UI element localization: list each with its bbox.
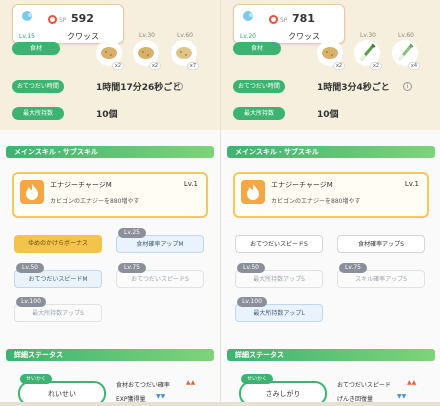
pokemon-icon [22, 11, 32, 21]
section-title-detail: 詳細ステータス [227, 349, 435, 361]
pokemon-icon [243, 11, 253, 21]
sub-skill-1[interactable]: ゆめのかけらボーナス [14, 235, 102, 253]
pokemon-summary-card[interactable]: SP 781 Lv.20 クワッス [233, 4, 345, 44]
sub-skill-unlock-level: Lv.100 [237, 297, 267, 307]
pokemon-level: Lv.15 [19, 33, 35, 40]
ingredient-slot-1[interactable]: x2 [96, 40, 124, 70]
strength-icon [48, 15, 57, 24]
main-skill-level: Lv.1 [404, 180, 419, 188]
stat-up-icon: ▲▲ [407, 379, 417, 386]
stat-down-icon: ▼▼ [397, 393, 407, 400]
potato-icon [138, 47, 154, 59]
potato-icon [176, 47, 192, 59]
sub-skill-1[interactable]: おてつだいスピードS [235, 235, 323, 253]
ingredient-count: x2 [369, 62, 382, 70]
bottom-edge [221, 402, 440, 406]
ingredient-unlock-level: Lv.30 [360, 32, 376, 39]
ingredient-slot-3[interactable]: Lv.60 x7 [171, 32, 199, 70]
pokemon-name: クワッス [288, 32, 320, 41]
help-interval-value: 1時間17分26秒ごと [96, 83, 182, 93]
section-title-skills: メインスキル・サブスキル [227, 146, 435, 158]
sp-label: SP [280, 17, 288, 24]
main-skill-description: カビゴンのエナジーを880増やす [50, 198, 140, 205]
ingredients-pill: 食材 [12, 42, 60, 55]
ingredient-slot-2[interactable]: Lv.30 x2 [354, 32, 382, 70]
flame-icon [241, 180, 265, 204]
stat-up-icon: ▲▲ [186, 379, 196, 386]
help-interval-label: おてつだい時間 [12, 80, 64, 93]
main-skill-card[interactable]: エナジーチャージM Lv.1 カビゴンのエナジーを880増やす [233, 172, 429, 218]
stat-down-icon: ▼▼ [156, 393, 166, 400]
potato-icon [101, 47, 117, 59]
nature-up-stat: 食材おてつだい確率 [116, 382, 170, 389]
sub-skill-unlock-level: Lv.75 [118, 263, 146, 273]
sub-skill-unlock-level: Lv.75 [339, 263, 367, 273]
main-skill-name: エナジーチャージM [271, 181, 333, 189]
sub-skill-unlock-level: Lv.50 [237, 263, 265, 273]
pokemon-panel-left: SP 592 Lv.15 クワッス 食材 x2 Lv.30 x2 Lv.60 x… [0, 0, 220, 406]
section-title-detail: 詳細ステータス [6, 349, 214, 361]
pokemon-panel-right: SP 781 Lv.20 クワッス 食材 x2 Lv.30 x2 Lv.60 x… [220, 0, 440, 406]
pokemon-summary-card[interactable]: SP 592 Lv.15 クワッス [12, 4, 124, 44]
sp-value: 781 [292, 12, 315, 25]
sub-skill-unlock-level: Lv.100 [16, 297, 46, 307]
ingredient-count: x7 [186, 62, 199, 70]
ingredient-unlock-level: Lv.60 [177, 32, 193, 39]
pokemon-level: Lv.20 [240, 33, 256, 40]
max-carry-label: 最大所持数 [12, 107, 64, 120]
main-skill-card[interactable]: エナジーチャージM Lv.1 カビゴンのエナジーを880増やす [12, 172, 208, 218]
help-interval-label: おてつだい時間 [233, 80, 285, 93]
nature-up-stat: おてつだいスピード [337, 382, 391, 389]
sub-skill-2[interactable]: 食材確率アップS [337, 235, 425, 253]
leek-icon [359, 43, 376, 61]
ingredient-count: x4 [407, 62, 420, 70]
main-skill-level: Lv.1 [183, 180, 198, 188]
ingredient-slot-3[interactable]: Lv.60 x4 [392, 32, 420, 70]
ingredient-unlock-level: Lv.60 [398, 32, 414, 39]
bottom-edge [0, 402, 220, 406]
ingredient-count: x2 [332, 62, 345, 70]
info-icon[interactable]: i [403, 82, 412, 91]
max-carry-value: 10個 [96, 110, 118, 120]
main-skill-description: カビゴンのエナジーを880増やす [271, 198, 361, 205]
strength-icon [269, 15, 278, 24]
ingredient-unlock-level: Lv.30 [139, 32, 155, 39]
flame-icon [20, 180, 44, 204]
section-title-skills: メインスキル・サブスキル [6, 146, 214, 158]
sub-skill-unlock-level: Lv.50 [16, 263, 44, 273]
main-skill-name: エナジーチャージM [50, 181, 112, 189]
max-carry-label: 最大所持数 [233, 107, 285, 120]
ingredients-pill: 食材 [233, 42, 281, 55]
help-interval-value: 1時間3分4秒ごと [317, 83, 390, 93]
potato-icon [322, 47, 338, 59]
ingredient-slot-1[interactable]: x2 [317, 40, 345, 70]
info-icon[interactable]: i [174, 82, 183, 91]
pokemon-name: クワッス [67, 32, 99, 41]
ingredient-count: x2 [111, 62, 124, 70]
sp-value: 592 [71, 12, 94, 25]
max-carry-value: 10個 [317, 110, 339, 120]
sp-label: SP [59, 17, 67, 24]
ingredient-count: x2 [148, 62, 161, 70]
ingredient-slot-2[interactable]: Lv.30 x2 [133, 32, 161, 70]
nature-label: せいかく [241, 374, 273, 384]
sub-skill-unlock-level: Lv.25 [118, 228, 146, 238]
nature-label: せいかく [20, 374, 52, 384]
leek-icon [397, 43, 414, 61]
